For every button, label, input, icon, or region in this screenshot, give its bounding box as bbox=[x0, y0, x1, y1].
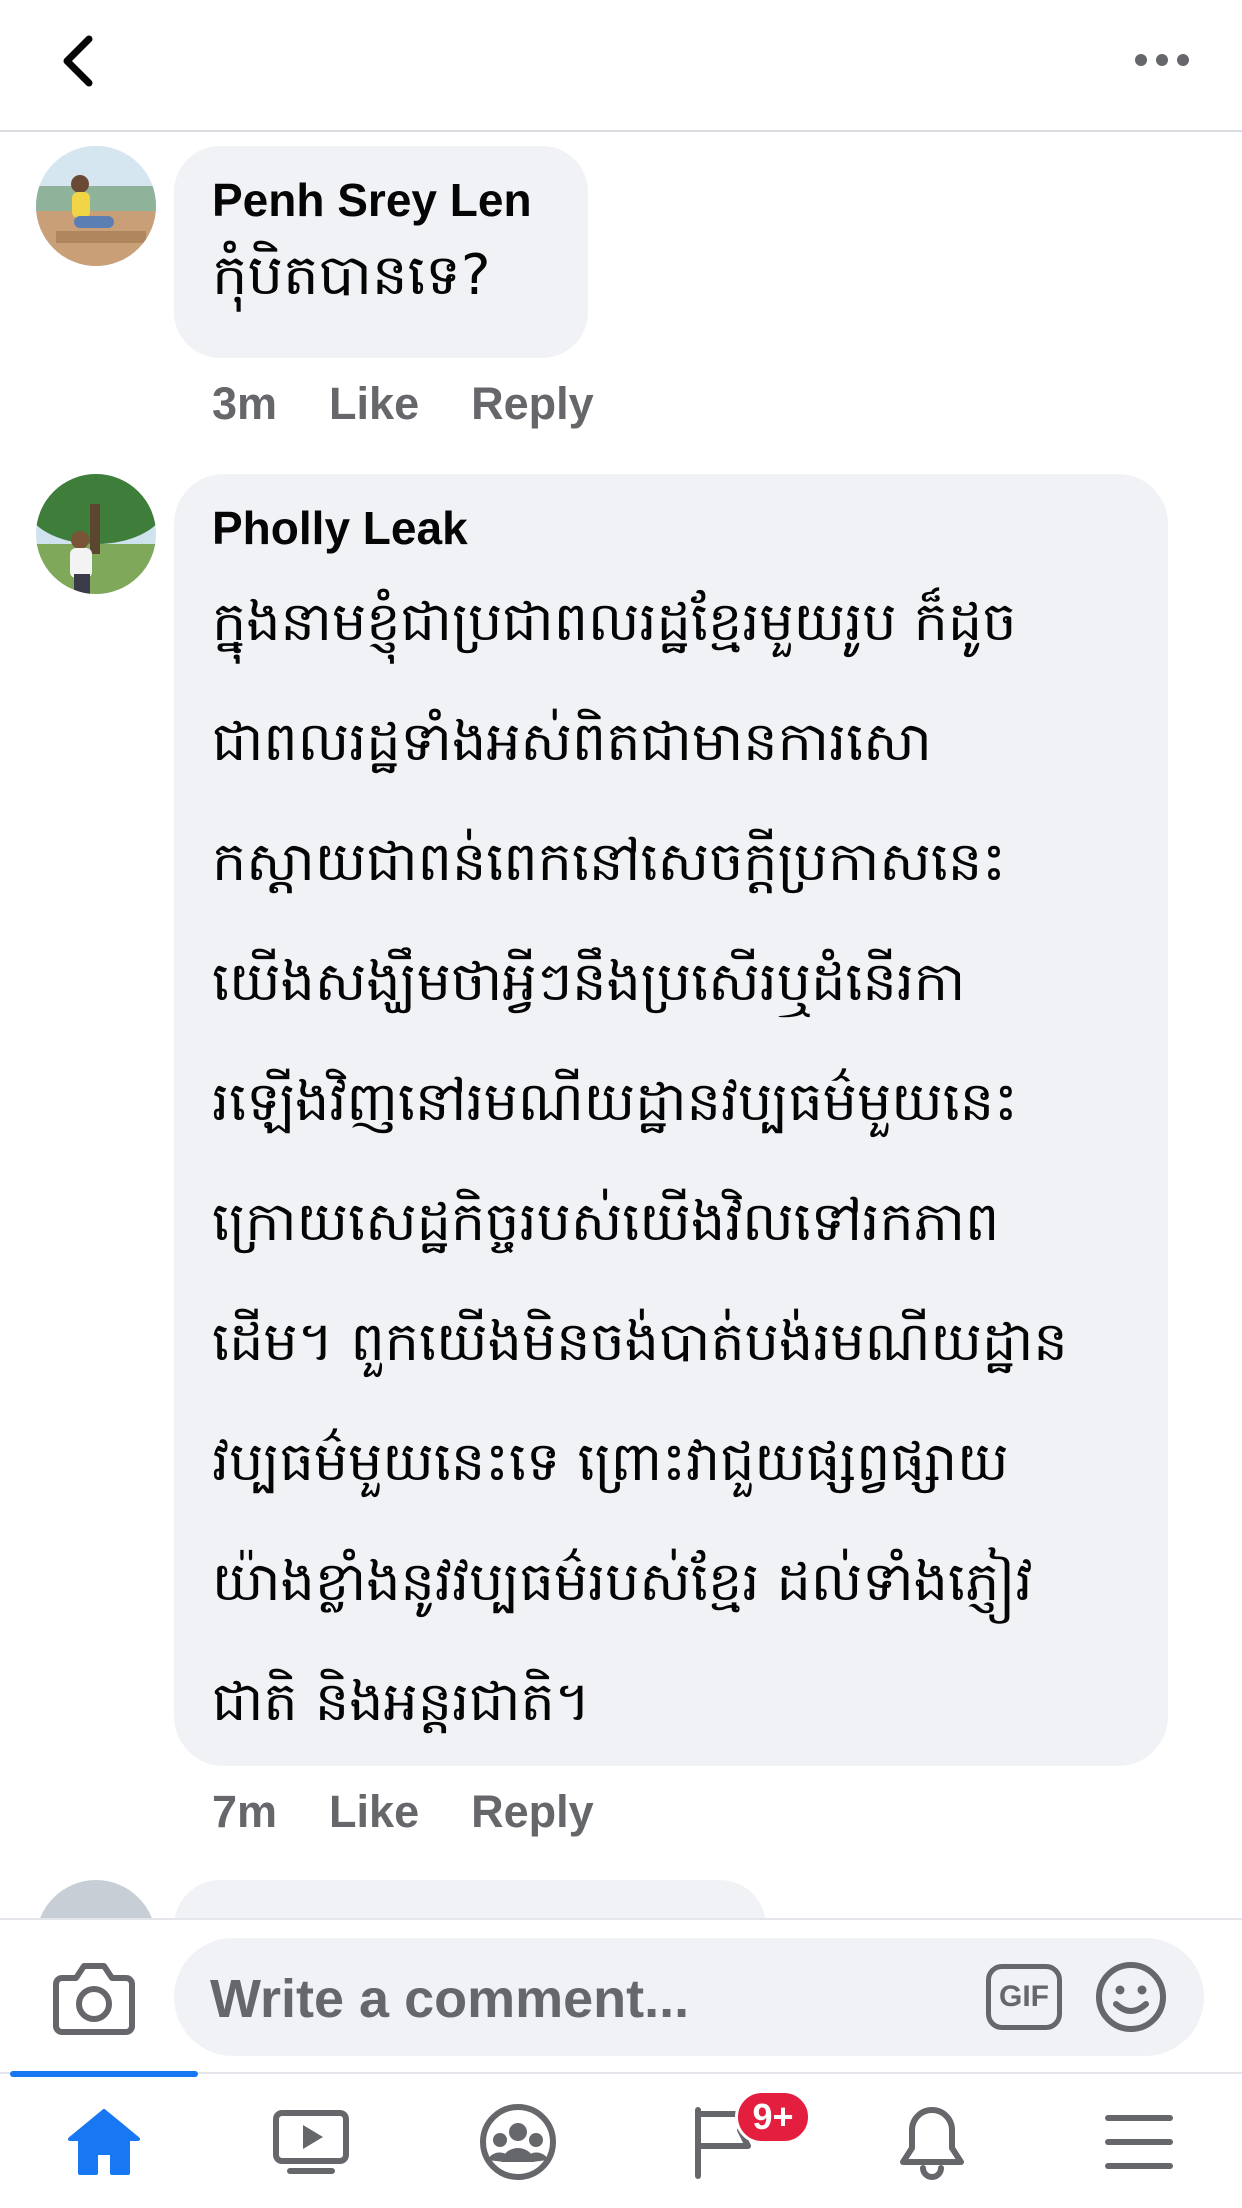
comment-line: យ៉ាងខ្លាំងនូវវប្បធម៌របស់ខ្មែរ ដល់ទាំងភ្ញ… bbox=[212, 1550, 1033, 1613]
comment-bubble[interactable]: Penh Srey Len កុំបិតបានទេ? bbox=[174, 146, 588, 358]
tab-watch[interactable] bbox=[207, 2074, 414, 2208]
bottom-tab-bar: 9+ bbox=[0, 2071, 1242, 2208]
back-button[interactable] bbox=[44, 26, 114, 96]
reply-button[interactable]: Reply bbox=[471, 1786, 594, 1838]
top-bar bbox=[0, 0, 1242, 132]
tab-menu[interactable] bbox=[1035, 2074, 1242, 2208]
comment-text: ក្នុងនាមខ្ញុំជាប្រជាពលរដ្ឋខ្មែរមួយរូប ក៏… bbox=[212, 562, 1130, 1762]
comment-actions: 7m Like Reply bbox=[212, 1786, 594, 1838]
more-options-button[interactable] bbox=[1122, 30, 1202, 90]
comment-text: កុំបិតបានទេ? bbox=[212, 243, 491, 308]
tab-groups[interactable] bbox=[414, 2074, 621, 2208]
comment-line: ដើម។ ពួកយើងមិនចង់បាត់បង់រមណីយដ្ឋាន bbox=[212, 1310, 1068, 1373]
avatar-photo bbox=[36, 474, 156, 594]
notifications-icon bbox=[899, 2107, 964, 2180]
comment-line: យើងសង្ឃឹមថាអ្វីៗនឹងប្រសើរឬដំនើរកា bbox=[212, 950, 966, 1013]
notification-badge: 9+ bbox=[735, 2090, 811, 2144]
gif-button[interactable]: GIF bbox=[986, 1964, 1062, 2030]
more-horizontal-icon bbox=[1135, 54, 1189, 66]
comment-line: វប្បធម៌មួយនេះទេ ព្រោះវាជួយផ្សព្វផ្សាយ bbox=[212, 1430, 1009, 1493]
comment-partial bbox=[0, 1880, 1242, 1918]
comment-timestamp: 7m bbox=[212, 1786, 278, 1837]
emoji-icon bbox=[1096, 1962, 1166, 2032]
avatar[interactable] bbox=[36, 1880, 156, 1918]
home-icon bbox=[67, 2109, 140, 2175]
chevron-left-icon bbox=[63, 35, 93, 87]
avatar-photo bbox=[36, 146, 156, 266]
comment-bubble[interactable]: Pholly Leak ក្នុងនាមខ្ញុំជាប្រជាពលរដ្ឋខ្… bbox=[174, 474, 1168, 1766]
comment-composer: Write a comment... GIF bbox=[0, 1918, 1242, 2072]
comment-line: រឡើងវិញនៅរមណីយដ្ឋានវប្បធម៌មួយនេះ bbox=[212, 1070, 1018, 1133]
comment-bubble[interactable] bbox=[174, 1880, 766, 1918]
comment-line: ជាតិ និងអន្តរជាតិ។ bbox=[212, 1670, 591, 1733]
comment-input[interactable]: Write a comment... GIF bbox=[174, 1938, 1204, 2056]
comment-timestamp: 3m bbox=[212, 378, 278, 429]
camera-icon bbox=[53, 1963, 135, 2035]
comment-line: ជាពលរដ្ឋទាំងអស់ពិតជាមានការសោ bbox=[212, 710, 932, 773]
comment-author[interactable]: Penh Srey Len bbox=[212, 172, 550, 228]
like-button[interactable]: Like bbox=[329, 378, 419, 430]
reply-button[interactable]: Reply bbox=[471, 378, 594, 430]
comment-author[interactable]: Pholly Leak bbox=[212, 500, 1130, 556]
emoji-button[interactable] bbox=[1094, 1960, 1168, 2034]
comment-input-placeholder[interactable]: Write a comment... bbox=[210, 1968, 689, 2030]
tab-home[interactable] bbox=[0, 2074, 207, 2208]
comment-line: ក្នុងនាមខ្ញុំជាប្រជាពលរដ្ឋខ្មែរមួយរូប ក៏… bbox=[212, 590, 1017, 653]
avatar[interactable] bbox=[36, 146, 156, 266]
avatar[interactable] bbox=[36, 474, 156, 594]
camera-button[interactable] bbox=[52, 1960, 136, 2036]
gif-label: GIF bbox=[999, 1980, 1049, 2013]
watch-icon bbox=[272, 2110, 349, 2174]
comment-line: ក្រោយសេដ្ឋកិច្ចរបស់យើងវិលទៅរកភាព bbox=[212, 1190, 1000, 1253]
groups-icon bbox=[479, 2104, 556, 2180]
comment-line: កស្តាយជាពន់ពេកនៅសេចក្តីប្រកាសនេះ bbox=[212, 830, 1006, 893]
menu-icon bbox=[1104, 2115, 1173, 2169]
comment-actions: 3m Like Reply bbox=[212, 378, 594, 430]
tab-notifications[interactable] bbox=[828, 2074, 1035, 2208]
like-button[interactable]: Like bbox=[329, 1786, 419, 1838]
